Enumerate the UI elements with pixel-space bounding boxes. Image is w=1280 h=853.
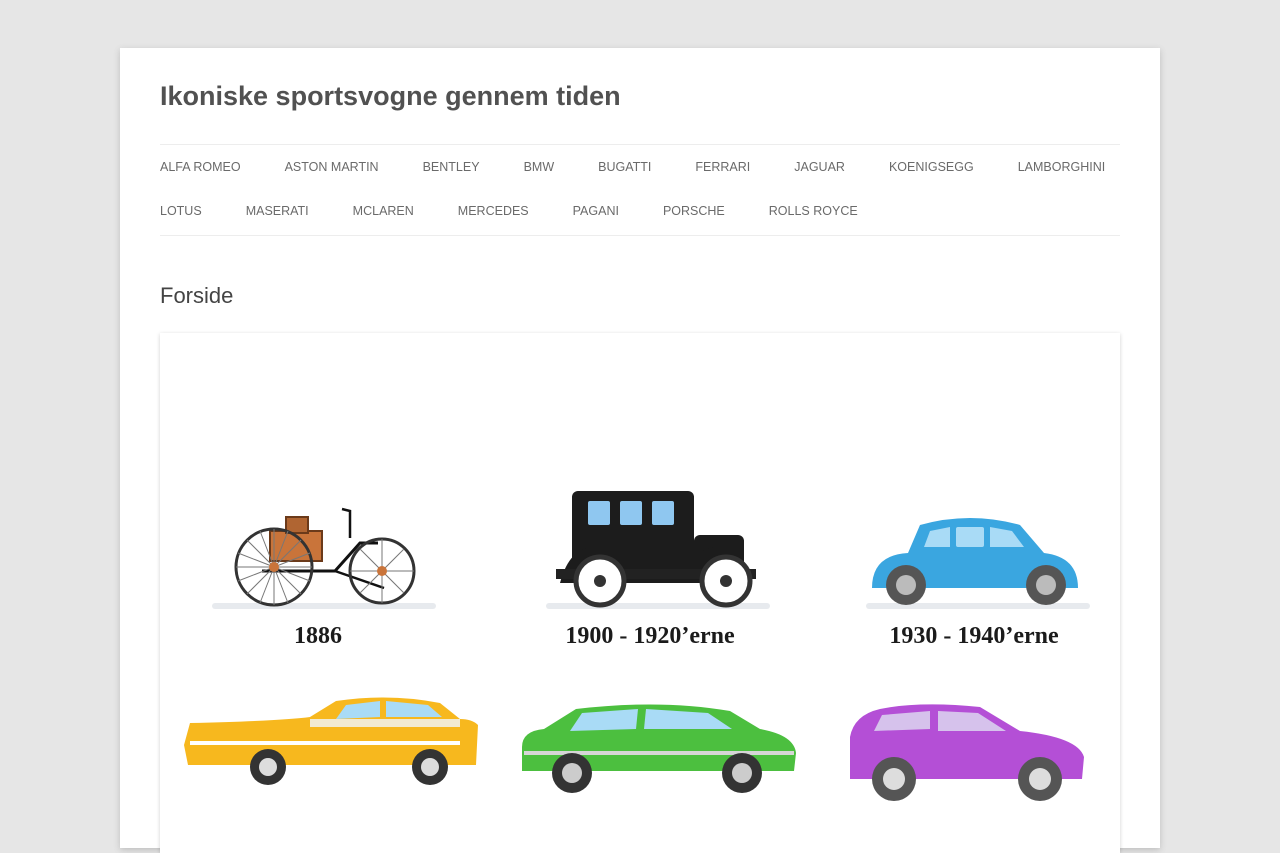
page-heading: Forside [160,283,234,308]
label-1930-1940: 1930 - 1940’erne [889,623,1059,649]
main-navigation: ALFA ROMEO ASTON MARTIN BENTLEY BMW BUGA… [160,144,1120,236]
nav-item-rolls-royce[interactable]: ROLLS ROYCE [769,202,858,220]
nav-item-pagani[interactable]: PAGANI [573,202,619,220]
car-1900-illustration [546,491,770,609]
nav-item-bugatti[interactable]: BUGATTI [598,158,651,176]
nav-item-aston-martin[interactable]: ASTON MARTIN [285,158,379,176]
nav-item-bentley[interactable]: BENTLEY [423,158,480,176]
car-1950-illustration [184,697,478,785]
nav-row-2: LOTUS MASERATI MCLAREN MERCEDES PAGANI P… [160,202,858,220]
nav-item-mclaren[interactable]: MCLAREN [353,202,414,220]
page-container: Ikoniske sportsvogne gennem tiden ALFA R… [120,48,1160,853]
label-1886: 1886 [294,623,342,649]
label-1900-1920: 1900 - 1920’erne [565,623,735,649]
car-1980-illustration [522,704,796,793]
nav-item-lamborghini[interactable]: LAMBORGHINI [1018,158,1106,176]
nav-item-porsche[interactable]: PORSCHE [663,202,725,220]
nav-item-jaguar[interactable]: JAGUAR [794,158,845,176]
car-2000-illustration [850,704,1084,801]
car-evolution-illustration: 1886 1900 - 1920’erne 1930 - 1940’erne [184,491,1090,801]
nav-item-lotus[interactable]: LOTUS [160,202,202,220]
car-1886-illustration [212,507,436,609]
site-title[interactable]: Ikoniske sportsvogne gennem tiden [160,78,621,114]
nav-item-bmw[interactable]: BMW [524,158,555,176]
nav-item-alfa-romeo[interactable]: ALFA ROMEO [160,158,241,176]
nav-item-maserati[interactable]: MASERATI [246,202,309,220]
nav-item-mercedes[interactable]: MERCEDES [458,202,529,220]
nav-item-koenigsegg[interactable]: KOENIGSEGG [889,158,974,176]
nav-item-ferrari[interactable]: FERRARI [695,158,750,176]
featured-image: 1886 1900 - 1920’erne 1930 - 1940’erne [160,333,1120,853]
nav-row-1: ALFA ROMEO ASTON MARTIN BENTLEY BMW BUGA… [160,158,1105,176]
car-1930-illustration [866,518,1090,609]
